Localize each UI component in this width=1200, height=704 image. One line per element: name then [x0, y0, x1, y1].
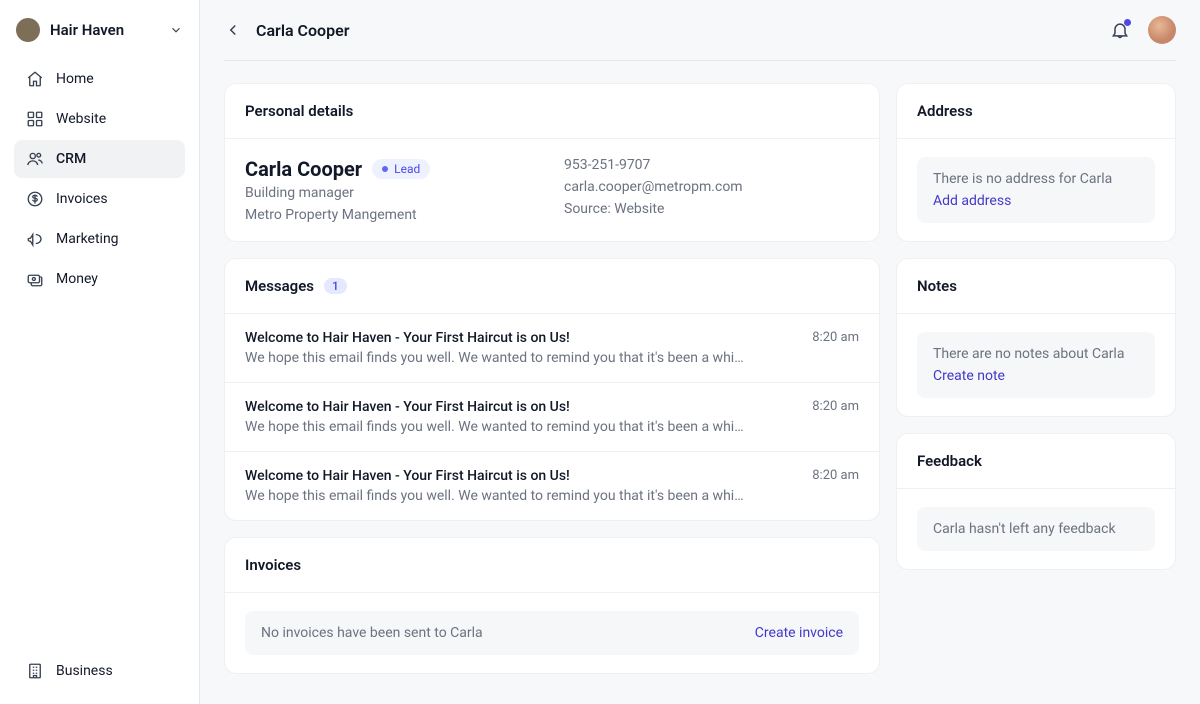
sidebar-item-crm[interactable]: CRM	[14, 140, 185, 178]
sidebar-item-label: Marketing	[56, 231, 119, 247]
sidebar-item-marketing[interactable]: Marketing	[14, 220, 185, 258]
layout-icon	[26, 110, 44, 128]
sidebar-item-label: Invoices	[56, 191, 108, 207]
address-heading: Address	[917, 102, 973, 120]
building-icon	[26, 662, 44, 680]
sidebar-item-business[interactable]: Business	[14, 652, 185, 690]
page-title: Carla Cooper	[256, 21, 349, 40]
message-item[interactable]: Welcome to Hair Haven - Your First Hairc…	[225, 383, 879, 452]
message-preview: We hope this email finds you well. We wa…	[245, 350, 745, 366]
feedback-empty-state: Carla hasn't left any feedback	[917, 507, 1155, 551]
messages-heading: Messages	[245, 277, 314, 295]
sidebar-item-money[interactable]: Money	[14, 260, 185, 298]
sidebar-item-label: CRM	[56, 151, 86, 167]
sidebar: Hair Haven Home Website	[0, 0, 200, 704]
feedback-empty-text: Carla hasn't left any feedback	[933, 521, 1139, 537]
address-card: Address There is no address for Carla Ad…	[896, 83, 1176, 242]
sidebar-item-label: Money	[56, 271, 98, 287]
sidebar-item-home[interactable]: Home	[14, 60, 185, 98]
address-empty-state: There is no address for Carla Add addres…	[917, 157, 1155, 223]
home-icon	[26, 70, 44, 88]
notes-heading: Notes	[917, 277, 957, 295]
address-empty-text: There is no address for Carla	[933, 171, 1139, 187]
status-dot	[382, 166, 388, 172]
sidebar-item-label: Home	[56, 71, 94, 87]
create-invoice-link[interactable]: Create invoice	[755, 625, 843, 641]
chevron-down-icon	[169, 23, 183, 37]
add-address-link[interactable]: Add address	[933, 193, 1139, 209]
invoices-card: Invoices No invoices have been sent to C…	[224, 537, 880, 674]
messages-card: Messages 1 Welcome to Hair Haven - Your …	[224, 258, 880, 521]
user-avatar[interactable]	[1148, 16, 1176, 44]
contact-email: carla.cooper@metropm.com	[564, 179, 859, 195]
workspace-switcher[interactable]: Hair Haven	[14, 14, 185, 60]
invoices-heading: Invoices	[245, 556, 301, 574]
messages-count-badge: 1	[324, 278, 347, 294]
back-button[interactable]	[224, 21, 242, 39]
dollar-circle-icon	[26, 190, 44, 208]
notifications-button[interactable]	[1110, 20, 1130, 40]
message-time: 8:20 am	[812, 468, 859, 484]
workspace-name: Hair Haven	[50, 21, 159, 39]
notes-card: Notes There are no notes about Carla Cre…	[896, 258, 1176, 417]
main-area: Carla Cooper Personal details	[200, 0, 1200, 704]
sidebar-item-invoices[interactable]: Invoices	[14, 180, 185, 218]
invoices-empty-state: No invoices have been sent to Carla Crea…	[245, 611, 859, 655]
users-icon	[26, 150, 44, 168]
notification-dot	[1124, 19, 1131, 26]
invoices-empty-text: No invoices have been sent to Carla	[261, 625, 483, 641]
personal-details-heading: Personal details	[245, 102, 353, 120]
workspace-avatar	[16, 18, 40, 42]
message-preview: We hope this email finds you well. We wa…	[245, 488, 745, 504]
message-item[interactable]: Welcome to Hair Haven - Your First Hairc…	[225, 314, 879, 383]
message-preview: We hope this email finds you well. We wa…	[245, 419, 745, 435]
notes-empty-state: There are no notes about Carla Create no…	[917, 332, 1155, 398]
create-note-link[interactable]: Create note	[933, 368, 1139, 384]
message-subject: Welcome to Hair Haven - Your First Hairc…	[245, 468, 570, 484]
sidebar-item-website[interactable]: Website	[14, 100, 185, 138]
contact-phone: 953-251-9707	[564, 157, 859, 173]
contact-source: Source: Website	[564, 201, 859, 217]
contact-company: Metro Property Mangement	[245, 207, 540, 223]
message-item[interactable]: Welcome to Hair Haven - Your First Hairc…	[225, 452, 879, 520]
cash-icon	[26, 270, 44, 288]
message-subject: Welcome to Hair Haven - Your First Hairc…	[245, 399, 570, 415]
megaphone-icon	[26, 230, 44, 248]
status-label: Lead	[394, 162, 420, 176]
contact-role: Building manager	[245, 185, 540, 201]
personal-details-card: Personal details Carla Cooper Lead	[224, 83, 880, 242]
message-time: 8:20 am	[812, 330, 859, 346]
message-subject: Welcome to Hair Haven - Your First Hairc…	[245, 330, 570, 346]
contact-name: Carla Cooper	[245, 157, 362, 181]
feedback-card: Feedback Carla hasn't left any feedback	[896, 433, 1176, 570]
message-time: 8:20 am	[812, 399, 859, 415]
notes-empty-text: There are no notes about Carla	[933, 346, 1139, 362]
topbar: Carla Cooper	[200, 0, 1200, 60]
primary-nav: Home Website CRM Invoices	[14, 60, 185, 298]
feedback-heading: Feedback	[917, 452, 982, 470]
sidebar-item-label: Business	[56, 663, 113, 679]
status-badge: Lead	[372, 159, 430, 179]
sidebar-item-label: Website	[56, 111, 106, 127]
